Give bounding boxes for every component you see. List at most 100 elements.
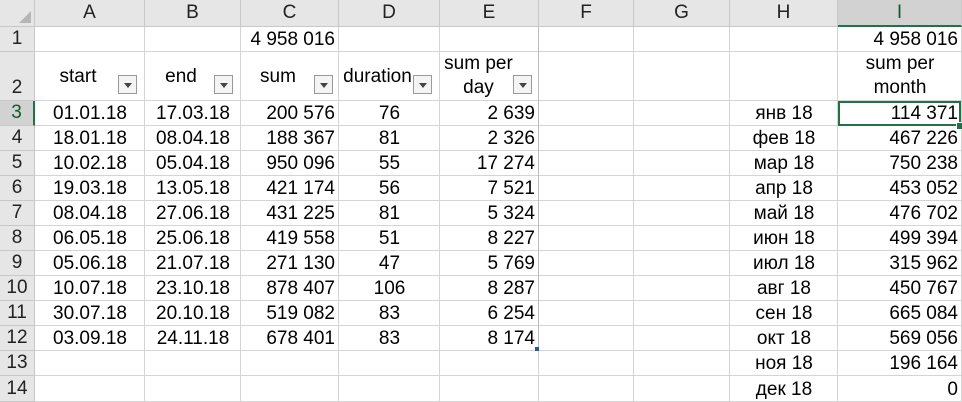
cell-F2[interactable] — [539, 52, 634, 101]
fill-handle-icon[interactable] — [956, 122, 962, 130]
end-date: 17.03.18 — [156, 103, 230, 124]
sum-per-day-value: 8 287 — [487, 278, 535, 299]
cell-G11[interactable] — [634, 301, 730, 326]
row-header-9[interactable]: 9 — [0, 251, 35, 276]
header-sum-per-month-line1: sum per — [865, 53, 935, 74]
sum-per-month-value: 315 962 — [889, 253, 958, 274]
cell-G12[interactable] — [634, 326, 730, 351]
duration-value: 47 — [378, 253, 401, 274]
duration-value: 51 — [378, 228, 401, 249]
duration-value: 81 — [378, 203, 401, 224]
cell-G10[interactable] — [634, 276, 730, 301]
cell-F7[interactable] — [539, 201, 634, 226]
column-header-A[interactable]: A — [35, 0, 145, 27]
row-header-13[interactable]: 13 — [0, 351, 35, 376]
sum-per-month-value: 476 702 — [889, 203, 958, 224]
cell-G3[interactable] — [634, 101, 730, 126]
filter-dropdown-E-icon[interactable] — [513, 75, 532, 94]
cell-D14[interactable] — [339, 376, 440, 402]
cell-F1[interactable] — [539, 27, 634, 52]
cell-H1[interactable] — [730, 27, 838, 52]
cell-G4[interactable] — [634, 126, 730, 151]
cell-B13[interactable] — [145, 351, 241, 376]
row-header-6[interactable]: 6 — [0, 176, 35, 201]
cell-D13[interactable] — [339, 351, 440, 376]
cell-F3[interactable] — [539, 101, 634, 126]
row-header-7[interactable]: 7 — [0, 201, 35, 226]
row-header-8[interactable]: 8 — [0, 226, 35, 251]
cell-G14[interactable] — [634, 376, 730, 402]
select-all-corner[interactable] — [0, 0, 35, 27]
month-label: май 18 — [753, 203, 815, 224]
month-label: янв 18 — [755, 103, 813, 124]
cell-A13[interactable] — [35, 351, 145, 376]
active-cell-selection[interactable] — [838, 101, 961, 126]
cell-F10[interactable] — [539, 276, 634, 301]
cell-G1[interactable] — [634, 27, 730, 52]
column-header-D[interactable]: D — [339, 0, 440, 27]
column-header-G[interactable]: G — [634, 0, 730, 27]
row-header-2[interactable]: 2 — [0, 52, 35, 101]
filter-dropdown-C-icon[interactable] — [314, 75, 333, 94]
cell-F14[interactable] — [539, 376, 634, 402]
cell-F8[interactable] — [539, 226, 634, 251]
row-header-14[interactable]: 14 — [0, 376, 35, 402]
header-sum-per-month: sum per month — [838, 52, 962, 101]
cell-D1[interactable] — [339, 27, 440, 52]
cell-G8[interactable] — [634, 226, 730, 251]
cell-C14[interactable] — [241, 376, 339, 402]
row-header-3[interactable]: 3 — [0, 101, 35, 126]
cell-F13[interactable] — [539, 351, 634, 376]
total-sum-I1: 4 958 016 — [873, 29, 958, 50]
cell-G9[interactable] — [634, 251, 730, 276]
row-header-10[interactable]: 10 — [0, 276, 35, 301]
cell-F4[interactable] — [539, 126, 634, 151]
table-resize-handle-icon[interactable] — [535, 347, 539, 351]
duration-value: 106 — [373, 278, 406, 299]
cell-A1[interactable] — [35, 27, 145, 52]
cell-C13[interactable] — [241, 351, 339, 376]
sum-per-day-value: 8 227 — [487, 228, 535, 249]
column-header-E[interactable]: E — [440, 0, 539, 27]
cell-F5[interactable] — [539, 151, 634, 176]
cell-E14[interactable] — [440, 376, 539, 402]
column-header-B[interactable]: B — [145, 0, 241, 27]
column-header-H[interactable]: H — [730, 0, 838, 27]
end-date: 27.06.18 — [156, 203, 230, 224]
column-header-I[interactable]: I — [838, 0, 962, 27]
cell-G6[interactable] — [634, 176, 730, 201]
filter-dropdown-B-icon[interactable] — [214, 75, 233, 94]
cell-F6[interactable] — [539, 176, 634, 201]
filter-dropdown-D-icon[interactable] — [413, 75, 432, 94]
sum-value: 950 096 — [266, 153, 335, 174]
cell-B1[interactable] — [145, 27, 241, 52]
cell-A14[interactable] — [35, 376, 145, 402]
duration-value: 55 — [378, 153, 401, 174]
start-date: 06.05.18 — [53, 228, 127, 249]
cell-G7[interactable] — [634, 201, 730, 226]
row-header-5[interactable]: 5 — [0, 151, 35, 176]
start-date: 03.09.18 — [53, 328, 127, 349]
cell-G5[interactable] — [634, 151, 730, 176]
sum-per-day-value: 5 324 — [487, 203, 535, 224]
cell-F9[interactable] — [539, 251, 634, 276]
cell-H2[interactable] — [730, 52, 838, 101]
column-header-F[interactable]: F — [539, 0, 634, 27]
spreadsheet-grid: A B C D E F G H I 1 2 3 4 5 6 7 8 9 10 11 12 13 14 4 958 016 4 9… — [0, 0, 962, 402]
cell-B14[interactable] — [145, 376, 241, 402]
cell-F12[interactable] — [539, 326, 634, 351]
month-label: апр 18 — [755, 178, 813, 199]
row-header-4[interactable]: 4 — [0, 126, 35, 151]
column-header-C[interactable]: C — [241, 0, 339, 27]
sum-value: 431 225 — [266, 203, 335, 224]
cell-F11[interactable] — [539, 301, 634, 326]
cell-E1[interactable] — [440, 27, 539, 52]
row-header-12[interactable]: 12 — [0, 326, 35, 351]
cell-G13[interactable] — [634, 351, 730, 376]
cell-E13[interactable] — [440, 351, 539, 376]
sum-value: 878 407 — [266, 278, 335, 299]
row-header-11[interactable]: 11 — [0, 301, 35, 326]
filter-dropdown-A-icon[interactable] — [118, 75, 137, 94]
cell-G2[interactable] — [634, 52, 730, 101]
row-header-1[interactable]: 1 — [0, 27, 35, 52]
